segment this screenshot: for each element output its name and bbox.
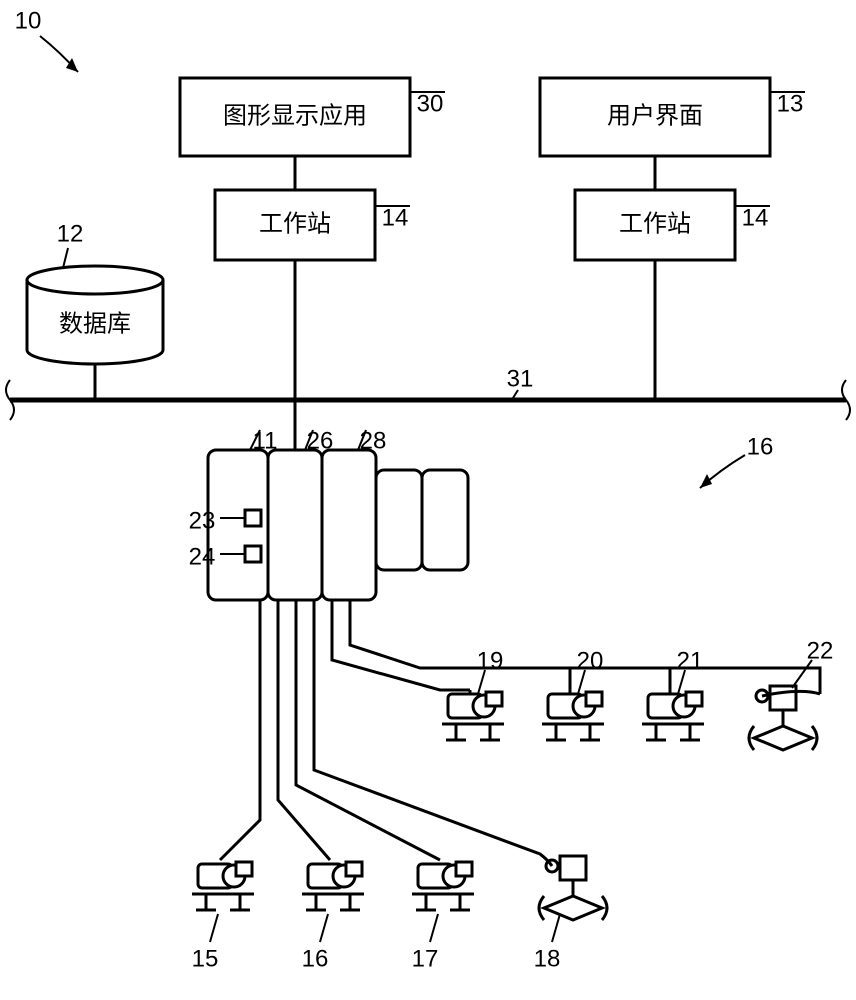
ref-21: 21 [677, 647, 704, 674]
ref-22: 22 [807, 637, 834, 664]
ref-area: 16 [747, 433, 774, 460]
ref-ws-right: 14 [742, 204, 769, 231]
ref-system: 10 [15, 7, 42, 34]
graphics-app-label: 图形显示应用 [223, 102, 367, 129]
device-19 [442, 692, 504, 740]
ref-ctrl-mid: 26 [307, 427, 334, 454]
ref-bus: 31 [507, 365, 534, 392]
device-16 [302, 862, 364, 910]
ref-port1: 23 [189, 507, 216, 534]
device-18 [539, 856, 607, 920]
ref-ctrl-right: 28 [360, 427, 387, 454]
ref-18: 18 [534, 945, 561, 972]
ref-16: 16 [302, 945, 329, 972]
ui-label: 用户界面 [607, 102, 703, 129]
ref-db: 12 [57, 220, 84, 247]
device-21 [642, 692, 704, 740]
ref-20: 20 [577, 647, 604, 674]
ref-ws-left: 14 [382, 204, 409, 231]
device-20 [542, 692, 604, 740]
workstation-right-label: 工作站 [619, 210, 691, 237]
ref-ctrl-left: 11 [253, 427, 278, 454]
system-diagram: 10 图形显示应用 30 用户界面 13 工作站 14 工作站 14 12 数据… [0, 0, 856, 1000]
ref-19: 19 [477, 647, 504, 674]
ref-15: 15 [192, 945, 219, 972]
port-icon [245, 510, 261, 526]
device-17 [412, 862, 474, 910]
device-22 [749, 686, 817, 750]
ref-17: 17 [412, 945, 439, 972]
workstation-left-label: 工作站 [259, 210, 331, 237]
port-icon [245, 546, 261, 562]
ref-app: 30 [417, 90, 444, 117]
database-label: 数据库 [59, 310, 131, 337]
controller-rack [208, 450, 468, 600]
ref-port2: 24 [189, 543, 216, 570]
ref-ui: 13 [777, 90, 804, 117]
device-15 [192, 862, 254, 910]
